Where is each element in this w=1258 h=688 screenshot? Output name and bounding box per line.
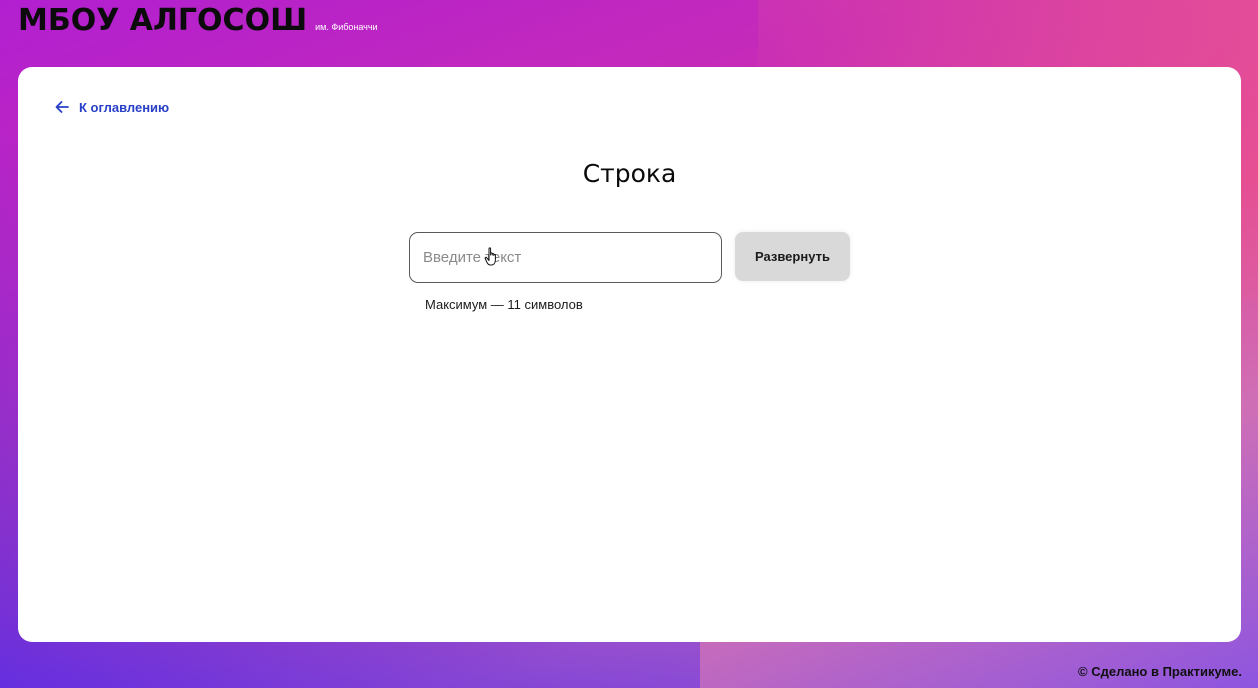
- input-hint: Максимум — 11 символов: [425, 297, 583, 312]
- text-input[interactable]: [409, 232, 722, 283]
- content-card: К оглавлению Строка Развернуть Максимум …: [18, 67, 1241, 642]
- logo-subtitle: им. Фибоначчи: [315, 22, 378, 32]
- back-to-contents-link[interactable]: К оглавлению: [54, 99, 169, 115]
- back-link-label: К оглавлению: [79, 99, 170, 115]
- footer-credit: © Сделано в Практикуме.: [1078, 664, 1242, 679]
- site-header: МБОУ АЛГОСОШ им. Фибоначчи: [18, 4, 378, 38]
- reverse-button[interactable]: Развернуть: [735, 232, 850, 281]
- arrow-left-icon: [55, 101, 69, 113]
- logo: МБОУ АЛГОСОШ: [18, 3, 308, 38]
- string-form: Развернуть Максимум — 11 символов: [409, 232, 850, 312]
- page-title: Строка: [582, 159, 677, 188]
